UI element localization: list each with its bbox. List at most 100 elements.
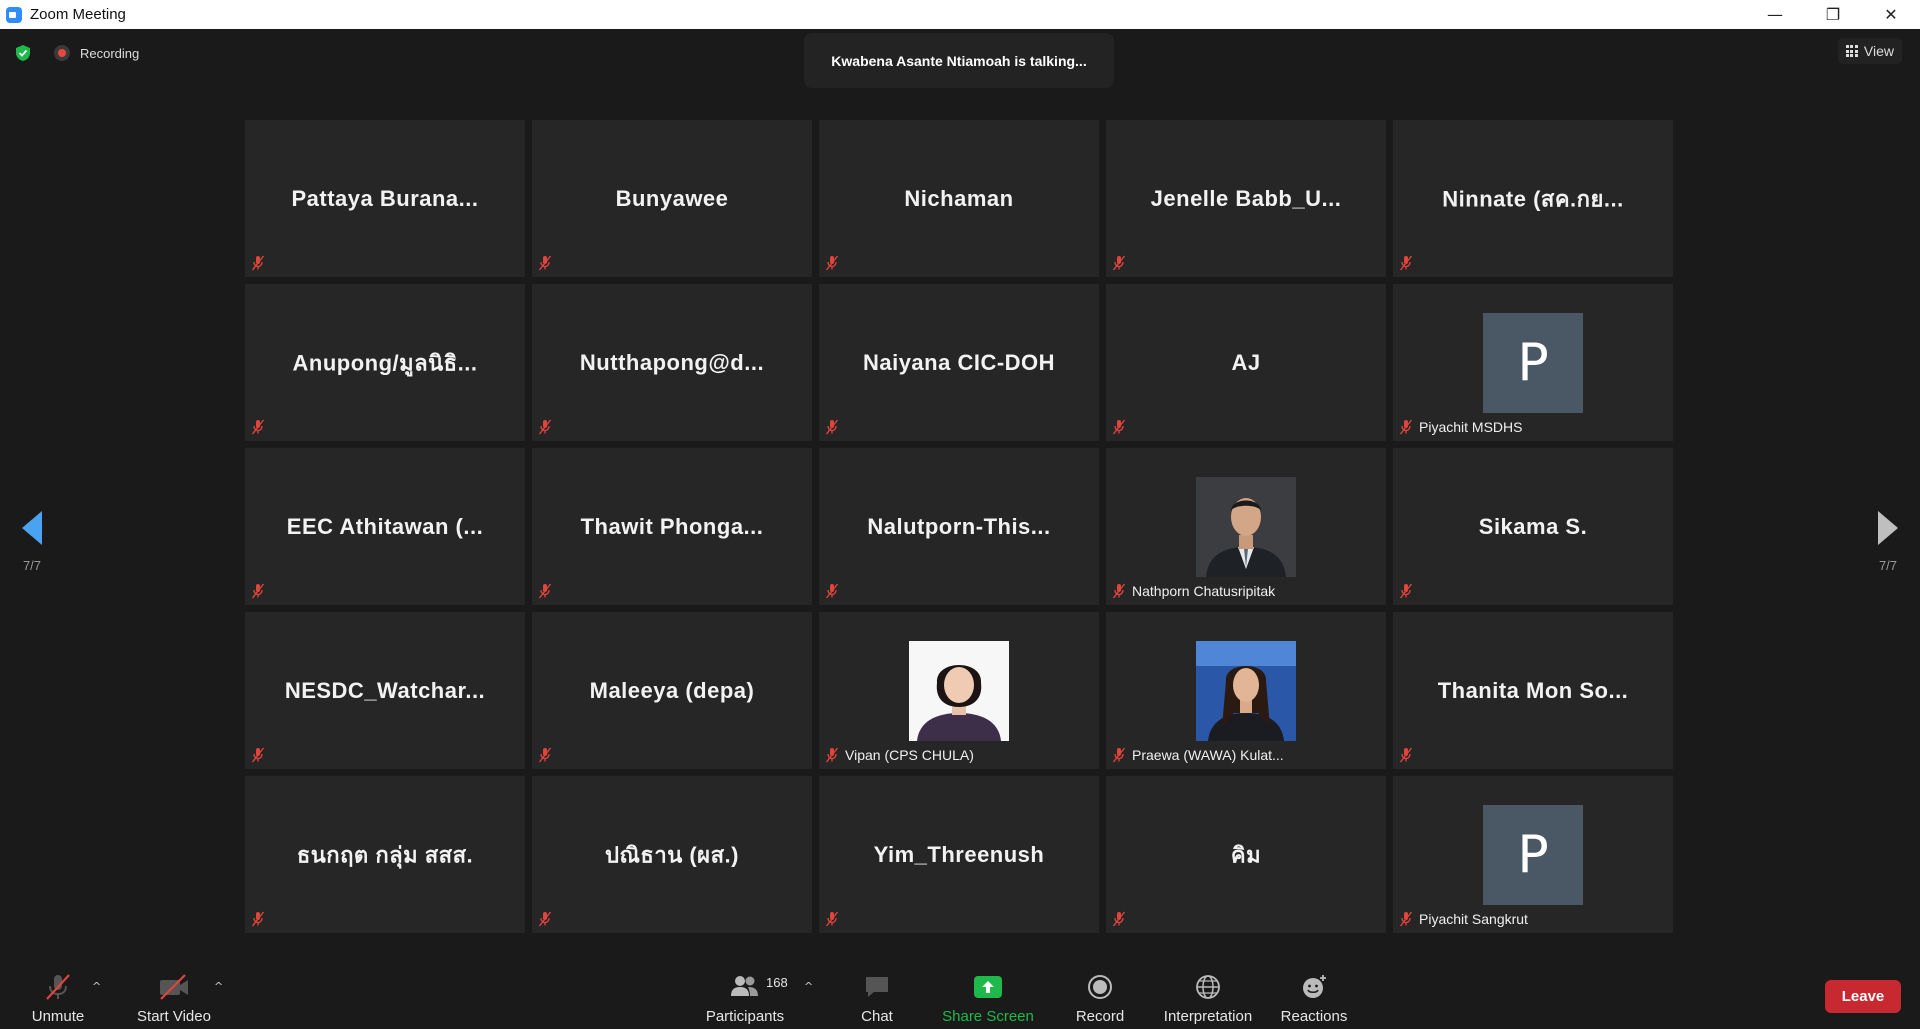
participant-tile[interactable]: Yim_Threenush (819, 776, 1099, 933)
view-label: View (1863, 43, 1894, 59)
share-screen-label: Share Screen (942, 1008, 1034, 1025)
participant-tile[interactable]: คิม (1106, 776, 1386, 933)
participant-name-bar (1399, 746, 1413, 764)
start-video-label: Start Video (137, 1008, 211, 1025)
participant-tile[interactable]: Jenelle Babb_U... (1106, 120, 1386, 277)
chat-icon (866, 977, 888, 997)
mic-muted-icon (251, 583, 265, 599)
mic-muted-icon (1112, 583, 1126, 599)
participants-label: Participants (705, 1008, 785, 1025)
participant-tile[interactable]: Maleeya (depa) (532, 612, 812, 769)
close-button[interactable]: ✕ (1862, 0, 1920, 29)
participant-name-bar (1399, 254, 1413, 272)
participant-name-bar (1399, 582, 1413, 600)
interpretation-label: Interpretation (1163, 1008, 1253, 1025)
participant-name-display: ปณิธาน (ผส.) (605, 842, 739, 867)
participant-name-display: ธนกฤต กลุ่ม สสส. (296, 842, 474, 867)
participant-tile[interactable]: Pattaya Burana... (245, 120, 525, 277)
participant-tile[interactable]: P Piyachit Sangkrut (1393, 776, 1673, 933)
active-speaker-banner: Kwabena Asante Ntiamoah is talking... (804, 33, 1114, 88)
participant-name-label: Praewa (WAWA) Kulat... (1132, 747, 1284, 763)
participant-name-bar (1112, 254, 1126, 272)
meeting-status: Recording (14, 44, 139, 62)
minimize-button[interactable]: — (1746, 0, 1804, 29)
chat-button[interactable]: Chat (852, 958, 902, 1029)
mic-muted-icon (251, 255, 265, 271)
window-controls: — ❐ ✕ (1746, 0, 1920, 29)
recording-icon (54, 45, 70, 61)
title-bar: Zoom Meeting — ❐ ✕ (0, 0, 1920, 29)
participant-tile[interactable]: P Piyachit MSDHS (1393, 284, 1673, 441)
mic-muted-icon (46, 974, 70, 1000)
participant-gallery: Pattaya Burana... Bunyawee Nichaman Jenelle… (245, 120, 1675, 938)
arrow-right-icon[interactable] (1876, 510, 1900, 546)
reactions-icon (1303, 975, 1326, 998)
shield-check-icon[interactable] (14, 44, 32, 62)
participant-tile[interactable]: Sikama S. (1393, 448, 1673, 605)
participant-name-display: Nutthapong@d... (579, 349, 765, 375)
participant-name-display: Jenelle Babb_U... (1150, 185, 1342, 211)
participant-tile[interactable]: ปณิธาน (ผส.) (532, 776, 812, 933)
participants-options-caret[interactable]: ^ (804, 980, 813, 993)
meeting-toolbar: Unmute ^ Start Video ^ Participants 168 … (0, 958, 1920, 1029)
participant-name-bar (538, 582, 552, 600)
participant-name-bar (251, 582, 265, 600)
participant-tile[interactable]: Bunyawee (532, 120, 812, 277)
mic-muted-icon (1399, 747, 1413, 763)
video-options-caret[interactable]: ^ (214, 980, 223, 993)
start-video-button[interactable]: Start Video (133, 958, 215, 1029)
participant-tile[interactable]: NESDC_Watchar... (245, 612, 525, 769)
participants-icon (731, 976, 758, 996)
previous-page[interactable]: 7/7 (20, 510, 44, 573)
share-screen-icon (974, 976, 1002, 998)
participant-tile[interactable]: Thawit Phonga... (532, 448, 812, 605)
participant-avatar: P (1483, 312, 1583, 413)
participants-button[interactable]: Participants (702, 958, 788, 1029)
participant-tile[interactable]: ธนกฤต กลุ่ม สสส. (245, 776, 525, 933)
participant-tile[interactable]: Nutthapong@d... (532, 284, 812, 441)
view-button[interactable]: View (1837, 38, 1902, 64)
participant-tile[interactable]: Nichaman (819, 120, 1099, 277)
restore-button[interactable]: ❐ (1804, 0, 1862, 29)
participant-tile[interactable]: Nalutporn-This... (819, 448, 1099, 605)
record-icon (1088, 975, 1112, 999)
participant-tile[interactable]: Vipan (CPS CHULA) (819, 612, 1099, 769)
mic-muted-icon (825, 747, 839, 763)
record-button[interactable]: Record (1072, 958, 1128, 1029)
reactions-button[interactable]: Reactions (1278, 958, 1350, 1029)
video-off-icon (160, 974, 188, 1000)
participant-name-display: Sikama S. (1478, 513, 1588, 539)
participant-tile[interactable]: Thanita Mon So... (1393, 612, 1673, 769)
audio-options-caret[interactable]: ^ (92, 980, 101, 993)
mic-muted-icon (1399, 255, 1413, 271)
participant-tile[interactable]: EEC Athitawan (... (245, 448, 525, 605)
participant-count: 168 (766, 975, 788, 990)
participant-name-display: Nalutporn-This... (867, 513, 1051, 539)
participant-tile[interactable]: Anupong/มูลนิธิ... (245, 284, 525, 441)
mic-muted-icon (538, 419, 552, 435)
participant-name-bar (538, 418, 552, 436)
participant-tile[interactable]: Nathporn Chatusripitak (1106, 448, 1386, 605)
participant-photo (1196, 476, 1296, 577)
leave-button[interactable]: Leave (1825, 980, 1901, 1013)
participant-avatar: P (1483, 804, 1583, 905)
share-screen-button[interactable]: Share Screen (938, 958, 1038, 1029)
mic-muted-icon (825, 419, 839, 435)
mic-muted-icon (825, 255, 839, 271)
zoom-app-icon (6, 6, 22, 23)
participant-tile[interactable]: Naiyana CIC-DOH (819, 284, 1099, 441)
participant-tile[interactable]: AJ (1106, 284, 1386, 441)
participant-tile[interactable]: Ninnate (สค.กย... (1393, 120, 1673, 277)
interpretation-button[interactable]: Interpretation (1158, 958, 1258, 1029)
mic-muted-icon (538, 583, 552, 599)
participant-photo (1196, 640, 1296, 741)
next-page[interactable]: 7/7 (1876, 510, 1900, 573)
participant-name-bar (251, 746, 265, 764)
mic-muted-icon (1112, 911, 1126, 927)
arrow-left-icon[interactable] (20, 510, 44, 546)
participant-name-label: Vipan (CPS CHULA) (845, 747, 974, 763)
unmute-button[interactable]: Unmute (30, 958, 86, 1029)
participant-tile[interactable]: Praewa (WAWA) Kulat... (1106, 612, 1386, 769)
participant-name-display: Bunyawee (615, 185, 729, 211)
mic-muted-icon (251, 911, 265, 927)
